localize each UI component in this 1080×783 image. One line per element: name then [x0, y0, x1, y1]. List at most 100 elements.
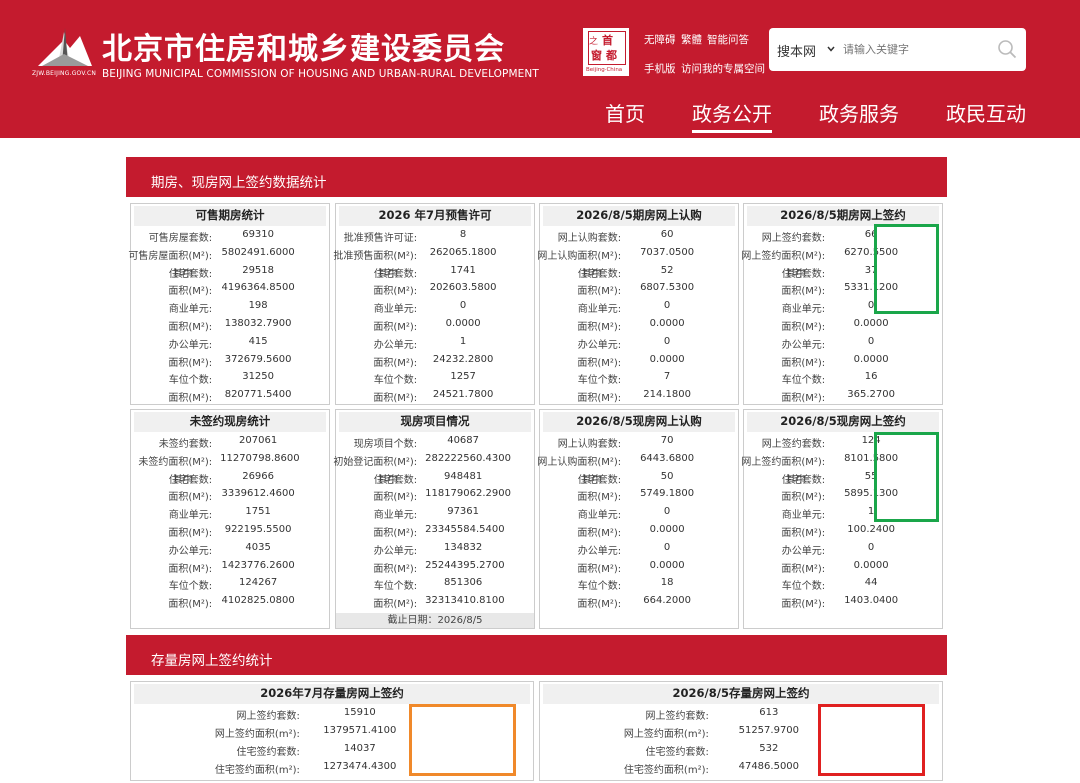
capital-window-seal-icon[interactable]: 之 首 窗 都 Beijing·China — [583, 28, 629, 76]
site-title[interactable]: 北京市住房和城乡建设委员会 — [102, 24, 505, 68]
row-label: 面积(M²): — [781, 599, 826, 611]
row-value: 6443.6800 — [640, 452, 695, 464]
stat-row: 网上签约面积(m²): 51257.9700 — [540, 722, 942, 740]
row-value: 1751 — [245, 506, 271, 518]
nav-government-affairs-public[interactable]: 政务公开 — [692, 98, 772, 127]
stat-row: 面积(M²): 0.0000 — [540, 351, 738, 369]
row-label: 面积(M²): — [577, 321, 622, 333]
row-value: 214.1800 — [643, 389, 691, 401]
stat-row: 面积(M²): 214.1800 — [540, 386, 738, 404]
row-label: 住宅套数: — [781, 268, 826, 280]
stat-row: 商业单元: 97361 — [336, 503, 534, 521]
row-value: 202603.5800 — [429, 282, 497, 294]
row-label: 商业单元: — [781, 304, 826, 316]
row-value: 24521.7800 — [432, 389, 494, 401]
row-value: 134832 — [444, 541, 483, 553]
row-label: 住宅套数: — [577, 474, 622, 486]
row-value: 118179062.2900 — [425, 488, 511, 500]
row-value: 5895.1300 — [844, 488, 899, 500]
stat-row: 车位个数: 18 — [540, 574, 738, 592]
row-label: 面积(M²): — [781, 321, 826, 333]
stat-row: 商业单元: 0 — [540, 503, 738, 521]
row-label: 住宅签约套数: — [645, 747, 709, 758]
row-label: 车位个数: — [577, 581, 622, 593]
stat-row: 未签约套数: 207061 — [131, 432, 329, 450]
row-label: 车位个数: — [373, 581, 418, 593]
stats-panel: 可售期房统计 可售房屋套数: 69310 可售房屋面积(M²): 5802491.600… — [128, 203, 330, 405]
row-value: 365.2700 — [847, 389, 895, 401]
row-value: 26966 — [242, 470, 275, 482]
row-value: 52 — [660, 264, 674, 276]
stat-row: 网上认购套数: 70 — [540, 432, 738, 450]
nav-home[interactable]: 首页 — [605, 98, 645, 127]
stat-row: 面积(M²): 25244395.2700 — [336, 557, 534, 575]
stat-row: 办公单元: 0 — [540, 539, 738, 557]
stat-row: 面积(M²): 0.0000 — [336, 315, 534, 333]
row-value: 0 — [867, 300, 875, 312]
row-label: 办公单元: — [577, 545, 622, 557]
search-scope-select[interactable]: 搜本网 — [777, 41, 816, 60]
nav-active-indicator — [692, 130, 772, 133]
stat-row: 车位个数: 44 — [744, 574, 942, 592]
stats-panel: 2026/8/5期房网上签约 网上签约套数: 66 网上签约面积(M²): 6270.5… — [741, 203, 943, 405]
row-label: 车位个数: — [373, 375, 418, 387]
row-label: 商业单元: — [577, 304, 622, 316]
row-value: 664.2000 — [643, 595, 691, 607]
stat-row: 办公单元: 0 — [540, 333, 738, 351]
row-label: 住宅套数: — [373, 474, 418, 486]
row-value: 0 — [867, 335, 875, 347]
row-label: 办公单元: — [373, 339, 418, 351]
nav-public-interaction[interactable]: 政民互动 — [946, 98, 1026, 127]
row-label: 网上签约套数: — [761, 233, 826, 244]
row-value: 100.2400 — [847, 523, 895, 535]
stat-row: 面积(M²): 5749.1800 — [540, 485, 738, 503]
row-label: 住宅套数: — [168, 474, 213, 486]
row-value: 5749.1800 — [640, 488, 695, 500]
commission-logo-icon[interactable] — [34, 26, 96, 70]
row-label: 办公单元: — [781, 545, 826, 557]
stat-row: 批准预售许可证: 8 — [336, 226, 534, 244]
smart-qa-link[interactable]: 智能问答 — [707, 32, 749, 47]
row-label: 面积(M²): — [577, 599, 622, 611]
row-value: 69310 — [242, 229, 275, 240]
row-label: 商业单元: — [373, 304, 418, 316]
row-label: 网上签约面积(M²): — [741, 250, 826, 262]
mobile-version-link[interactable]: 手机版 — [644, 61, 676, 76]
stat-row: 车位个数: 7 — [540, 368, 738, 386]
stat-row: 网上签约面积(M²): 6270.5500 — [741, 244, 942, 262]
search-input[interactable] — [843, 36, 993, 63]
row-label: 面积(M²): — [577, 357, 622, 369]
row-label: 车位个数: — [168, 581, 213, 593]
row-value: 0.0000 — [445, 317, 481, 329]
row-label: 面积(M²): — [168, 492, 213, 504]
row-label: 车位个数: — [781, 375, 826, 387]
row-value: 60 — [660, 229, 674, 240]
search-icon[interactable] — [997, 39, 1017, 59]
panel-title: 2026/8/5现房网上签约 — [747, 412, 939, 432]
row-value: 851306 — [444, 577, 483, 589]
traditional-chinese-link[interactable]: 繁體 — [681, 32, 702, 47]
stat-row: 面积(M²): 202603.5800 — [336, 279, 534, 297]
stat-row: 商业单元: 0 — [336, 297, 534, 315]
chevron-down-icon[interactable] — [827, 45, 835, 53]
stat-row: 办公单元: 1 — [336, 333, 534, 351]
nav-government-services[interactable]: 政务服务 — [819, 98, 899, 127]
row-value: 0.0000 — [853, 317, 889, 329]
my-space-link[interactable]: 访问我的专属空间 — [681, 61, 765, 76]
stat-row: 车位个数: 31250 — [131, 368, 329, 386]
row-label: 办公单元: — [577, 339, 622, 351]
row-value: 37 — [864, 264, 878, 276]
row-value: 1423776.2600 — [221, 559, 295, 571]
row-label: 商业单元: — [168, 510, 213, 522]
stat-row: 网上签约套数: 15910 — [131, 704, 533, 722]
stat-row: 面积(M²): 820771.5400 — [131, 386, 329, 404]
row-label: 住宅签约面积(m²): — [623, 765, 709, 776]
stat-row: 面积(M²): 5331.1200 — [744, 279, 942, 297]
row-value: 0.0000 — [649, 317, 685, 329]
row-value: 1273474.4300 — [323, 761, 397, 772]
site-subtitle: BEIJING MUNICIPAL COMMISSION OF HOUSING … — [102, 68, 539, 80]
row-value: 0 — [867, 541, 875, 553]
accessibility-link[interactable]: 无障碍 — [644, 32, 676, 47]
stat-row: 面积(M²): 1403.0400 — [744, 592, 942, 610]
stats-panel: 2026 年7月预售许可 批准预售许可证: 8 批准预售面积(M²): 262065.1… — [333, 203, 535, 405]
